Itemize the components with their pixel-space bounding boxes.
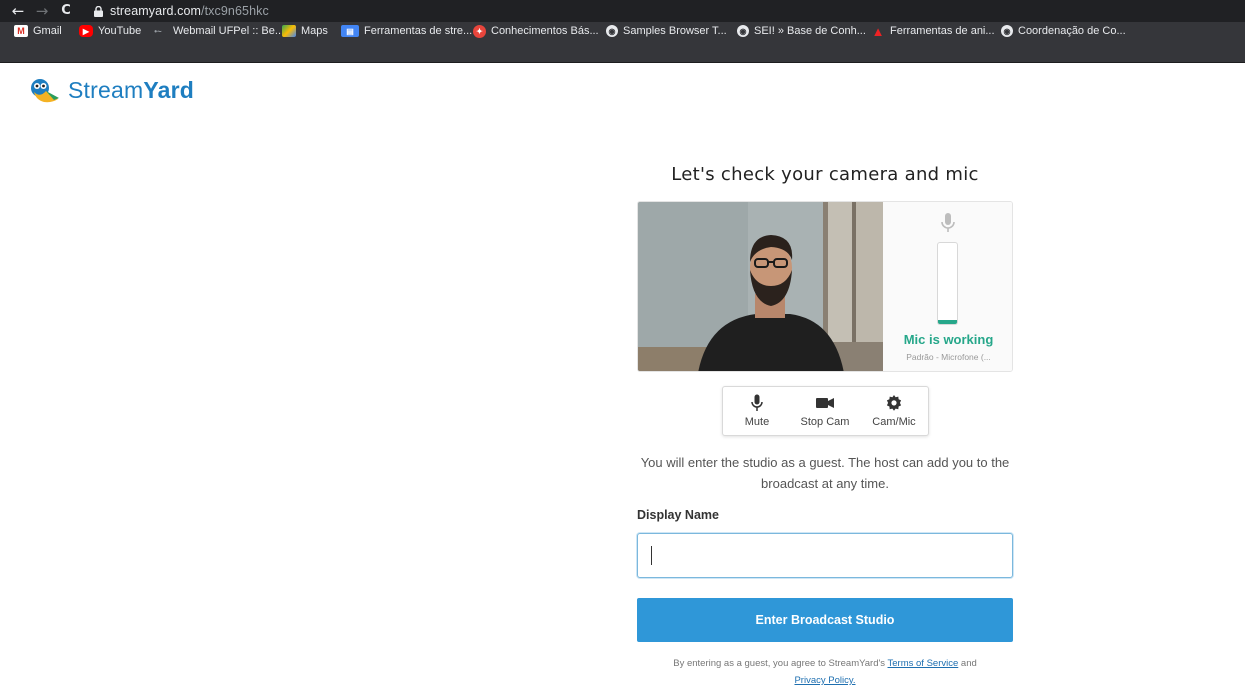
bookmark-sei[interactable]: ◉ SEI! » Base de Conh...	[737, 22, 866, 40]
display-name-label: Display Name	[637, 508, 719, 522]
bookmark-label: Maps	[301, 25, 328, 37]
legal-prefix: By entering as a guest, you agree to Str…	[673, 658, 886, 669]
mic-device-name: Padrão - Microfone (...	[906, 352, 991, 362]
bookmark-ferramentas-ani[interactable]: ▲ Ferramentas de ani...	[871, 22, 995, 40]
reload-icon[interactable]: C	[54, 0, 78, 22]
mic-level-fill	[938, 319, 957, 324]
display-name-input[interactable]	[637, 533, 1013, 578]
video-camera-icon	[816, 390, 834, 416]
enter-broadcast-studio-button[interactable]: Enter Broadcast Studio	[637, 598, 1013, 642]
mute-button[interactable]: Mute	[740, 387, 774, 435]
legal-notice: By entering as a guest, you agree to Str…	[637, 655, 1013, 689]
tools-icon: ▤	[341, 25, 359, 37]
knowledge-icon: ✦	[473, 24, 486, 38]
bookmark-label: YouTube	[98, 25, 142, 37]
bookmark-ferramentas-stream[interactable]: ▤ Ferramentas de stre...	[341, 22, 472, 40]
globe-icon: ◉	[1001, 25, 1013, 37]
camera-mic-preview: Mic is working Padrão - Microfone (...	[637, 201, 1013, 372]
maps-icon	[282, 25, 296, 37]
streamyard-logo[interactable]: StreamYard	[28, 76, 194, 104]
page-title: Let's check your camera and mic	[671, 164, 979, 185]
logo-wordmark: StreamYard	[68, 77, 194, 104]
camera-preview	[638, 202, 883, 371]
cam-mic-label: Cam/Mic	[872, 416, 916, 428]
bookmark-maps[interactable]: Maps	[282, 22, 328, 40]
microphone-icon	[751, 390, 763, 416]
bookmark-label: Coordenação de Co...	[1018, 25, 1126, 37]
bookmark-coordenacao[interactable]: ◉ Coordenação de Co...	[1001, 22, 1126, 40]
bookmark-label: SEI! » Base de Conh...	[754, 25, 866, 37]
legal-and: and	[960, 658, 977, 669]
mute-label: Mute	[744, 416, 770, 428]
bookmark-label: Conhecimentos Bás...	[491, 25, 599, 37]
globe-icon: ◉	[606, 25, 618, 37]
logo-part-stream: Stream	[68, 76, 144, 103]
logo-part-yard: Yard	[143, 76, 195, 103]
guest-note: You will enter the studio as a guest. Th…	[640, 455, 1010, 491]
stop-cam-label: Stop Cam	[800, 416, 850, 428]
text-cursor	[651, 546, 652, 565]
bookmark-webmail[interactable]: •~ Webmail UFPel :: Be...	[148, 22, 284, 40]
mic-panel: Mic is working Padrão - Microfone (...	[883, 202, 1012, 371]
bookmark-label: Ferramentas de stre...	[364, 25, 473, 37]
bookmark-label: Gmail	[33, 25, 62, 37]
bookmark-label: Samples Browser T...	[623, 25, 727, 37]
duck-icon	[31, 79, 59, 103]
bookmarks-bar: M Gmail ▶ YouTube •~ Webmail UFPel :: Be…	[0, 22, 1245, 63]
forward-arrow-icon[interactable]: →	[30, 0, 54, 22]
cam-mic-settings-button[interactable]: Cam/Mic	[869, 387, 919, 435]
youtube-icon: ▶	[79, 25, 93, 37]
webmail-icon: •~	[154, 26, 162, 36]
bookmark-label: Webmail UFPel :: Be...	[173, 25, 285, 37]
gmail-icon: M	[14, 25, 28, 37]
address-bar-url[interactable]: streamyard.com/txc9n65hkc	[110, 4, 269, 18]
media-controls: Mute Stop Cam Cam/Mic	[722, 386, 929, 436]
bookmark-samples-browser[interactable]: ◉ Samples Browser T...	[606, 22, 727, 40]
browser-toolbar: ← → C streamyard.com/txc9n65hkc	[0, 0, 1245, 22]
microphone-icon	[941, 213, 955, 232]
bookmark-conhecimentos[interactable]: ✦ Conhecimentos Bás...	[473, 22, 599, 40]
bookmark-youtube[interactable]: ▶ YouTube	[79, 22, 141, 40]
privacy-policy-link[interactable]: Privacy Policy.	[794, 675, 855, 686]
terms-of-service-link[interactable]: Terms of Service	[888, 658, 959, 669]
gear-icon	[886, 390, 902, 416]
back-arrow-icon[interactable]: ←	[6, 0, 30, 22]
mic-level-meter	[937, 242, 958, 325]
adobe-icon: ▲	[871, 23, 885, 39]
mic-status: Mic is working	[903, 332, 994, 347]
url-path: /txc9n65hkc	[201, 4, 269, 18]
lock-icon	[92, 4, 104, 18]
bookmark-label: Ferramentas de ani...	[890, 25, 995, 37]
stop-cam-button[interactable]: Stop Cam	[797, 387, 853, 435]
url-domain: streamyard.com	[110, 4, 202, 18]
globe-icon: ◉	[737, 25, 749, 37]
bookmark-gmail[interactable]: M Gmail	[14, 22, 62, 40]
